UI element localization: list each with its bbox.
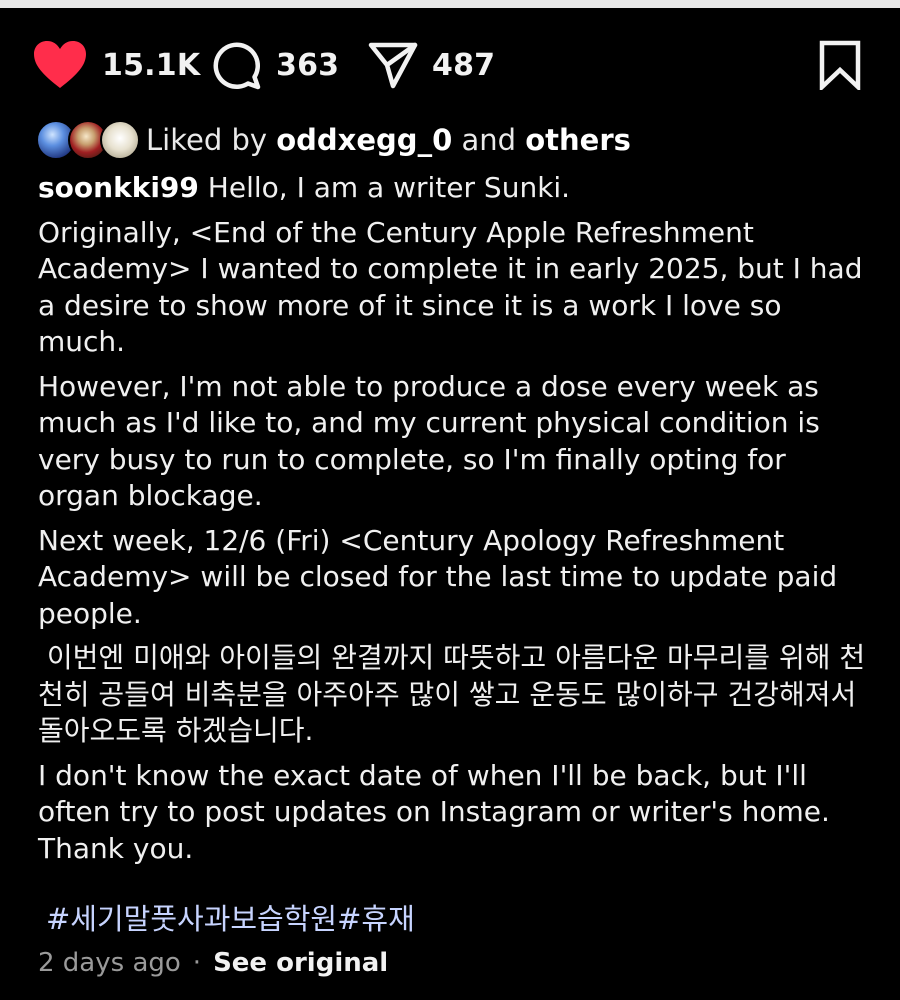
comment-bubble-icon xyxy=(213,42,261,90)
caption-greeting: Hello, I am a writer Sunki. xyxy=(198,171,571,204)
caption-paragraph: Next week, 12/6 (Fri) <Century Apology R… xyxy=(38,523,847,630)
save-button[interactable] xyxy=(818,32,862,98)
avatar xyxy=(100,120,140,160)
post-action-bar: 15.1K 363 487 xyxy=(0,32,900,98)
post-timestamp: 2 days ago xyxy=(38,948,181,978)
post-footer: 2 days ago · See original xyxy=(38,948,388,978)
liked-by-others-link[interactable]: others xyxy=(525,123,631,157)
caption-paragraph: However, I'm not able to produce a dose … xyxy=(38,369,829,513)
author-username-link[interactable]: soonkki99 xyxy=(38,171,199,204)
like-count: 15.1K xyxy=(102,47,201,83)
liker-avatars xyxy=(36,118,140,162)
top-divider xyxy=(0,0,900,8)
liked-by-user-link[interactable]: oddxegg_0 xyxy=(276,123,452,157)
liked-by-text: Liked by oddxegg_0 and others xyxy=(146,123,631,157)
comment-button[interactable]: 363 xyxy=(210,32,339,98)
hashtag-links[interactable]: #세기말풋사과보습학원#휴재 xyxy=(46,896,415,938)
share-count: 487 xyxy=(432,47,496,83)
liked-by-row[interactable]: Liked by oddxegg_0 and others xyxy=(36,116,631,164)
bookmark-icon xyxy=(819,40,861,90)
post-caption: soonkki99 Hello, I am a writer Sunki. Or… xyxy=(38,170,868,875)
paper-plane-icon xyxy=(368,42,418,89)
liked-by-prefix: Liked by xyxy=(146,123,277,157)
comment-count: 363 xyxy=(276,47,340,83)
separator-dot: · xyxy=(192,948,202,978)
caption-paragraph: Originally, <End of the Century Apple Re… xyxy=(38,215,872,359)
see-original-link[interactable]: See original xyxy=(213,948,388,978)
liked-by-joiner: and xyxy=(452,123,526,157)
caption-first-line: soonkki99 Hello, I am a writer Sunki. xyxy=(38,170,868,207)
caption-paragraph: I don't know the exact date of when I'll… xyxy=(38,758,839,865)
share-button[interactable]: 487 xyxy=(368,32,495,98)
heart-icon xyxy=(34,41,86,88)
like-button[interactable]: 15.1K xyxy=(32,32,200,98)
caption-paragraph: 이번엔 미애와 아이들의 완결까지 따뜻하고 아름다운 마무리를 위해 천천히 … xyxy=(38,641,866,747)
